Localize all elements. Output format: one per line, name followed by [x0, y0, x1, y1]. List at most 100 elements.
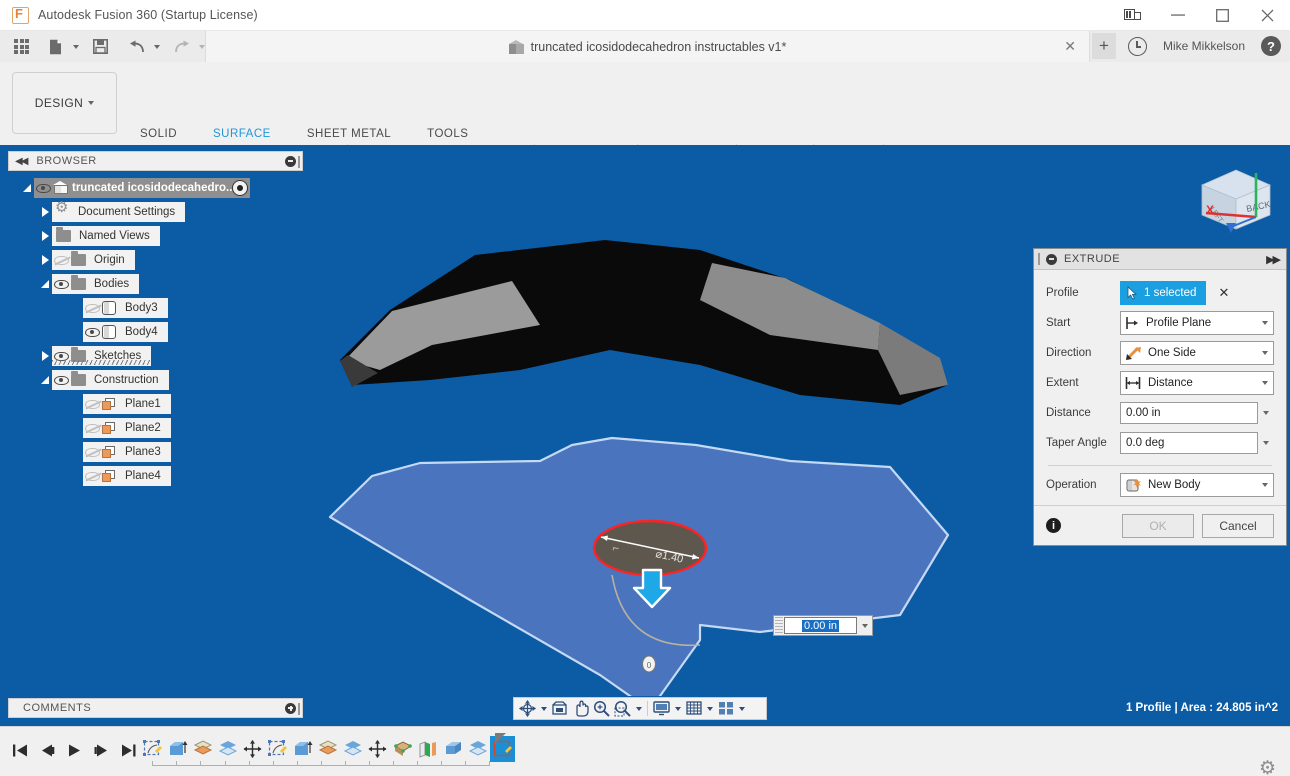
- expander-open-icon[interactable]: [38, 274, 52, 294]
- maximize-button[interactable]: [1200, 0, 1245, 31]
- timeline-split-face-feature[interactable]: [390, 736, 415, 762]
- go-to-beginning-button[interactable]: [8, 737, 32, 763]
- dialog-expand-icon[interactable]: ▶▶: [1266, 253, 1279, 266]
- timeline-move-feature[interactable]: [365, 736, 390, 762]
- comments-panel-header[interactable]: COMMENTS: [8, 698, 303, 718]
- chevron-down-icon[interactable]: [1262, 483, 1268, 487]
- info-icon[interactable]: i: [1046, 518, 1061, 533]
- start-dropdown[interactable]: Profile Plane: [1120, 311, 1274, 335]
- view-cube[interactable]: BACK LEFT X: [1184, 157, 1280, 249]
- job-status-clock-icon[interactable]: [1128, 37, 1147, 56]
- visibility-toggle-icon[interactable]: [83, 418, 102, 438]
- tree-row-sketches[interactable]: Sketches: [8, 344, 303, 368]
- distance-dropdown-icon[interactable]: [858, 624, 872, 628]
- expander-closed-icon[interactable]: [38, 346, 52, 366]
- timeline-offset-feature[interactable]: [340, 736, 365, 762]
- clear-profile-selection-icon[interactable]: ✕: [1218, 285, 1229, 301]
- app-grid-button[interactable]: [8, 33, 35, 60]
- timeline-offset-feature[interactable]: [465, 736, 490, 762]
- ok-button[interactable]: OK: [1122, 514, 1194, 538]
- browser-resize-grip[interactable]: [298, 156, 300, 168]
- go-to-end-button[interactable]: [116, 737, 140, 763]
- expander-closed-icon[interactable]: [38, 250, 52, 270]
- close-button[interactable]: [1245, 0, 1290, 31]
- expander-closed-icon[interactable]: [38, 202, 52, 222]
- timeline-move-feature[interactable]: [240, 736, 265, 762]
- minimize-button[interactable]: [1155, 0, 1200, 31]
- timeline-plane-feature[interactable]: [415, 736, 440, 762]
- timeline-patch-feature[interactable]: [315, 736, 340, 762]
- expander-open-icon[interactable]: [20, 178, 34, 198]
- display-settings-icon[interactable]: [651, 698, 672, 719]
- visibility-toggle-icon[interactable]: [34, 178, 53, 198]
- tree-row-plane1[interactable]: Plane1: [8, 392, 303, 416]
- visibility-toggle-icon[interactable]: [52, 370, 71, 390]
- save-button[interactable]: [87, 33, 114, 60]
- browser-minimize-icon[interactable]: [285, 156, 296, 167]
- visibility-toggle-icon[interactable]: [83, 442, 102, 462]
- cancel-button[interactable]: Cancel: [1202, 514, 1274, 538]
- taper-angle-input[interactable]: 0.0 deg: [1120, 432, 1258, 454]
- timeline-extrude-feature[interactable]: [290, 736, 315, 762]
- chevron-down-icon[interactable]: [1262, 321, 1268, 325]
- display-settings-dropdown-icon[interactable]: [672, 698, 683, 719]
- chevron-down-icon[interactable]: [1262, 381, 1268, 385]
- grid-snap-icon[interactable]: [683, 698, 704, 719]
- timeline-thicken-feature[interactable]: [440, 736, 465, 762]
- taper-angle-dropdown-icon[interactable]: [1258, 441, 1274, 445]
- distance-input[interactable]: 0.00 in: [1120, 402, 1258, 424]
- help-icon[interactable]: ?: [1261, 36, 1281, 56]
- display-settings-button[interactable]: [1110, 0, 1155, 31]
- tree-row-plane3[interactable]: Plane3: [8, 440, 303, 464]
- expander-open-icon[interactable]: [38, 370, 52, 390]
- play-button[interactable]: [62, 737, 86, 763]
- visibility-toggle-icon[interactable]: [83, 322, 102, 342]
- close-document-tab-button[interactable]: ✕: [1064, 40, 1076, 52]
- distance-dropdown-icon[interactable]: [1258, 411, 1274, 415]
- profile-select-button[interactable]: 1 selected: [1120, 281, 1206, 305]
- grid-snap-dropdown-icon[interactable]: [704, 698, 715, 719]
- document-tab[interactable]: truncated icosidodecahedron instructable…: [205, 31, 1090, 62]
- tree-row-bodies[interactable]: Bodies: [8, 272, 303, 296]
- new-file-button[interactable]: [42, 33, 69, 60]
- timeline-sketch-feature[interactable]: [140, 736, 165, 762]
- tree-row-body3[interactable]: Body3: [8, 296, 303, 320]
- zoom-icon[interactable]: [591, 698, 612, 719]
- extent-dropdown[interactable]: Distance: [1120, 371, 1274, 395]
- visibility-toggle-icon[interactable]: [83, 394, 102, 414]
- visibility-toggle-icon[interactable]: [83, 466, 102, 486]
- visibility-toggle-icon[interactable]: [83, 298, 102, 318]
- collapse-browser-icon[interactable]: ◀◀: [15, 156, 26, 167]
- timeline-sketch-feature[interactable]: [265, 736, 290, 762]
- new-document-tab-button[interactable]: +: [1092, 33, 1116, 59]
- viewports-dropdown-icon[interactable]: [736, 698, 747, 719]
- visibility-toggle-icon[interactable]: [52, 250, 71, 270]
- add-comment-icon[interactable]: [285, 703, 296, 714]
- orbit-dropdown-icon[interactable]: [538, 698, 549, 719]
- zoom-window-icon[interactable]: [612, 698, 633, 719]
- timeline-end-marker[interactable]: [495, 733, 506, 744]
- tree-row-plane2[interactable]: Plane2: [8, 416, 303, 440]
- timeline-patch-feature[interactable]: [190, 736, 215, 762]
- timeline-extrude-feature[interactable]: [165, 736, 190, 762]
- orbit-icon[interactable]: [517, 698, 538, 719]
- tree-row-named-views[interactable]: Named Views: [8, 224, 303, 248]
- step-forward-button[interactable]: [89, 737, 113, 763]
- comments-resize-grip[interactable]: [298, 703, 300, 715]
- new-file-dropdown[interactable]: [69, 33, 82, 60]
- tree-row-document-settings[interactable]: Document Settings: [8, 200, 303, 224]
- workspace-selector[interactable]: DESIGN: [12, 72, 117, 134]
- redo-button[interactable]: [168, 33, 195, 60]
- pan-icon[interactable]: [570, 698, 591, 719]
- distance-manipulator-input[interactable]: 0.00 in: [773, 615, 873, 636]
- distance-value-field[interactable]: 0.00 in: [784, 617, 857, 634]
- undo-button[interactable]: [123, 33, 150, 60]
- activate-component-radio[interactable]: [232, 180, 248, 196]
- tree-row-construction[interactable]: Construction: [8, 368, 303, 392]
- tree-row-plane4[interactable]: Plane4: [8, 464, 303, 488]
- tree-row-component[interactable]: truncated icosidodecahedro...: [8, 176, 303, 200]
- account-name-label[interactable]: Mike Mikkelson: [1163, 39, 1245, 53]
- extrude-dialog-header[interactable]: EXTRUDE ▶▶: [1034, 249, 1286, 270]
- viewports-icon[interactable]: [715, 698, 736, 719]
- visibility-toggle-icon[interactable]: [52, 274, 71, 294]
